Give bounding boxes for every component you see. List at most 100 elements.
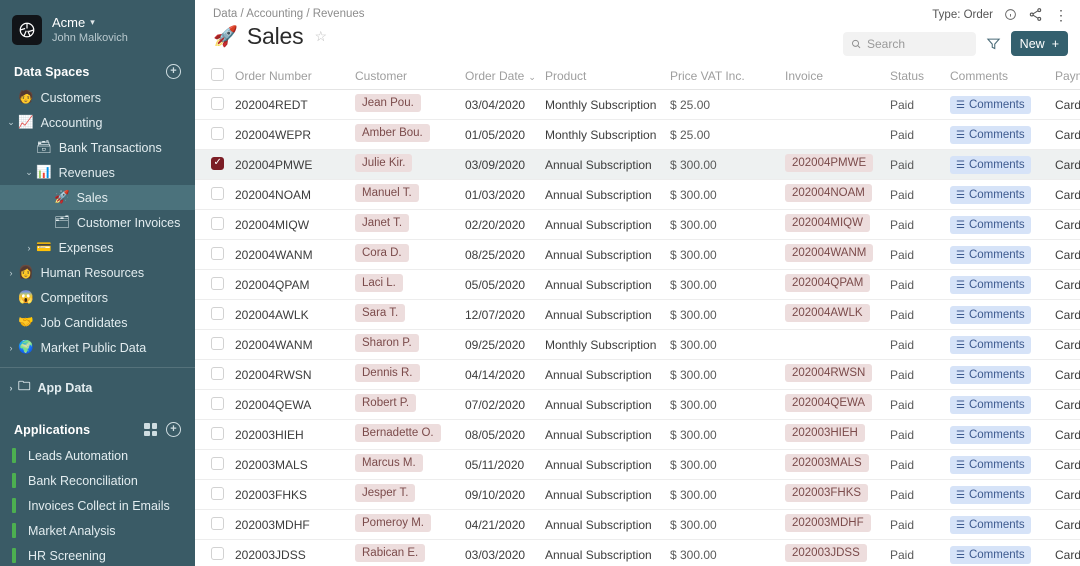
chevron-right-icon[interactable]: › (22, 243, 36, 253)
row-select-cell[interactable] (195, 337, 231, 353)
column-header-prod[interactable]: Product (541, 69, 666, 83)
cell-customer[interactable]: Janet T. (351, 214, 461, 235)
customer-tag[interactable]: Laci L. (355, 274, 403, 292)
table-row[interactable]: 202004WANMCora D.08/25/2020Annual Subscr… (195, 240, 1080, 270)
chevron-down-icon[interactable]: ⌄ (22, 167, 36, 178)
cell-customer[interactable]: Pomeroy M. (351, 514, 461, 535)
table-row[interactable]: 202003FHKSJesper T.09/10/2020Annual Subs… (195, 480, 1080, 510)
table-row[interactable]: 202004WANMSharon P.09/25/2020Monthly Sub… (195, 330, 1080, 360)
cell-comments[interactable]: ☰Comments (946, 306, 1051, 324)
cell-comments[interactable]: ☰Comments (946, 546, 1051, 564)
customer-tag[interactable]: Janet T. (355, 214, 409, 232)
sidebar-item-sales[interactable]: 🚀Sales (0, 185, 195, 210)
column-header-cust[interactable]: Customer (351, 69, 461, 83)
customer-tag[interactable]: Amber Bou. (355, 124, 430, 142)
sidebar-item-market-public-data[interactable]: ›🌍Market Public Data (0, 335, 195, 360)
row-checkbox[interactable] (211, 187, 224, 200)
invoice-tag[interactable]: 202004RWSN (785, 364, 872, 382)
row-checkbox[interactable] (211, 337, 224, 350)
chevron-right-icon[interactable]: › (4, 343, 18, 353)
cell-comments[interactable]: ☰Comments (946, 186, 1051, 204)
row-checkbox[interactable] (211, 307, 224, 320)
cell-customer[interactable]: Cora D. (351, 244, 461, 265)
comments-button[interactable]: ☰Comments (950, 276, 1031, 294)
cell-comments[interactable]: ☰Comments (946, 156, 1051, 174)
table-row[interactable]: 202003JDSSRabican E.03/03/2020Annual Sub… (195, 540, 1080, 566)
comments-button[interactable]: ☰Comments (950, 426, 1031, 444)
cell-customer[interactable]: Dennis R. (351, 364, 461, 385)
sidebar-item-accounting[interactable]: ⌄📈Accounting (0, 110, 195, 135)
application-item[interactable]: Market Analysis (0, 518, 195, 543)
row-select-cell[interactable] (195, 97, 231, 113)
org-switcher[interactable]: Acme ▾ John Malkovich (0, 0, 195, 56)
row-checkbox[interactable] (211, 487, 224, 500)
cell-customer[interactable]: Marcus M. (351, 454, 461, 475)
sidebar-item-job-candidates[interactable]: 🤝Job Candidates (0, 310, 195, 335)
table-row[interactable]: 202003MDHFPomeroy M.04/21/2020Annual Sub… (195, 510, 1080, 540)
cell-invoice[interactable]: 202004NOAM (781, 184, 886, 205)
invoice-tag[interactable]: 202004MIQW (785, 214, 870, 232)
cell-customer[interactable]: Julie Kir. (351, 154, 461, 175)
row-select-cell[interactable] (195, 157, 231, 173)
cell-invoice[interactable]: 202004QPAM (781, 274, 886, 295)
comments-button[interactable]: ☰Comments (950, 396, 1031, 414)
customer-tag[interactable]: Robert P. (355, 394, 416, 412)
row-checkbox[interactable] (211, 397, 224, 410)
row-select-cell[interactable] (195, 397, 231, 413)
row-select-cell[interactable] (195, 277, 231, 293)
cell-comments[interactable]: ☰Comments (946, 336, 1051, 354)
invoice-tag[interactable]: 202003HIEH (785, 424, 865, 442)
invoice-tag[interactable]: 202004WANM (785, 244, 873, 262)
share-icon[interactable] (1028, 7, 1043, 22)
customer-tag[interactable]: Rabican E. (355, 544, 425, 562)
column-header-inv[interactable]: Invoice (781, 69, 886, 83)
cell-customer[interactable]: Sara T. (351, 304, 461, 325)
cell-customer[interactable]: Robert P. (351, 394, 461, 415)
row-select-cell[interactable] (195, 547, 231, 563)
table-row[interactable]: 202004QEWARobert P.07/02/2020Annual Subs… (195, 390, 1080, 420)
cell-comments[interactable]: ☰Comments (946, 396, 1051, 414)
table-row[interactable]: 202004QPAMLaci L.05/05/2020Annual Subscr… (195, 270, 1080, 300)
cell-invoice[interactable]: 202003HIEH (781, 424, 886, 445)
chevron-right-icon[interactable]: › (4, 383, 18, 393)
row-checkbox[interactable] (211, 97, 224, 110)
chevron-down-icon[interactable]: ⌄ (4, 117, 18, 128)
row-checkbox[interactable] (211, 427, 224, 440)
select-all-checkbox[interactable] (211, 68, 224, 81)
cell-invoice[interactable]: 202003FHKS (781, 484, 886, 505)
customer-tag[interactable]: Bernadette O. (355, 424, 441, 442)
sidebar-item-app-data[interactable]: › 🗀 App Data (0, 375, 195, 400)
cell-comments[interactable]: ☰Comments (946, 456, 1051, 474)
row-checkbox[interactable] (211, 517, 224, 530)
table-row[interactable]: 202004NOAMManuel T.01/03/2020Annual Subs… (195, 180, 1080, 210)
cell-customer[interactable]: Manuel T. (351, 184, 461, 205)
application-item[interactable]: Bank Reconciliation (0, 468, 195, 493)
row-select-cell[interactable] (195, 457, 231, 473)
cell-invoice[interactable]: 202004MIQW (781, 214, 886, 235)
star-outline-icon[interactable]: ☆ (314, 28, 327, 45)
invoice-tag[interactable]: 202003MDHF (785, 514, 871, 532)
comments-button[interactable]: ☰Comments (950, 186, 1031, 204)
column-header-date[interactable]: Order Date⌄ (461, 69, 541, 83)
row-select-cell[interactable] (195, 517, 231, 533)
table-row[interactable]: 202004MIQWJanet T.02/20/2020Annual Subsc… (195, 210, 1080, 240)
table-row[interactable]: 202004AWLKSara T.12/07/2020Annual Subscr… (195, 300, 1080, 330)
row-checkbox[interactable] (211, 367, 224, 380)
customer-tag[interactable]: Jesper T. (355, 484, 415, 502)
table-row[interactable]: 202004RWSNDennis R.04/14/2020Annual Subs… (195, 360, 1080, 390)
customer-tag[interactable]: Julie Kir. (355, 154, 412, 172)
sidebar-item-revenues[interactable]: ⌄📊Revenues (0, 160, 195, 185)
customer-tag[interactable]: Dennis R. (355, 364, 420, 382)
application-item[interactable]: Invoices Collect in Emails (0, 493, 195, 518)
cell-invoice[interactable]: 202004WANM (781, 244, 886, 265)
row-checkbox[interactable] (211, 457, 224, 470)
customer-tag[interactable]: Jean Pou. (355, 94, 421, 112)
row-select-cell[interactable] (195, 247, 231, 263)
sidebar-item-customers[interactable]: 🧑Customers (0, 85, 195, 110)
cell-comments[interactable]: ☰Comments (946, 486, 1051, 504)
comments-button[interactable]: ☰Comments (950, 366, 1031, 384)
cell-invoice[interactable]: 202004QEWA (781, 394, 886, 415)
cell-customer[interactable]: Bernadette O. (351, 424, 461, 445)
table-row[interactable]: 202004REDTJean Pou.03/04/2020Monthly Sub… (195, 90, 1080, 120)
row-checkbox[interactable] (211, 277, 224, 290)
